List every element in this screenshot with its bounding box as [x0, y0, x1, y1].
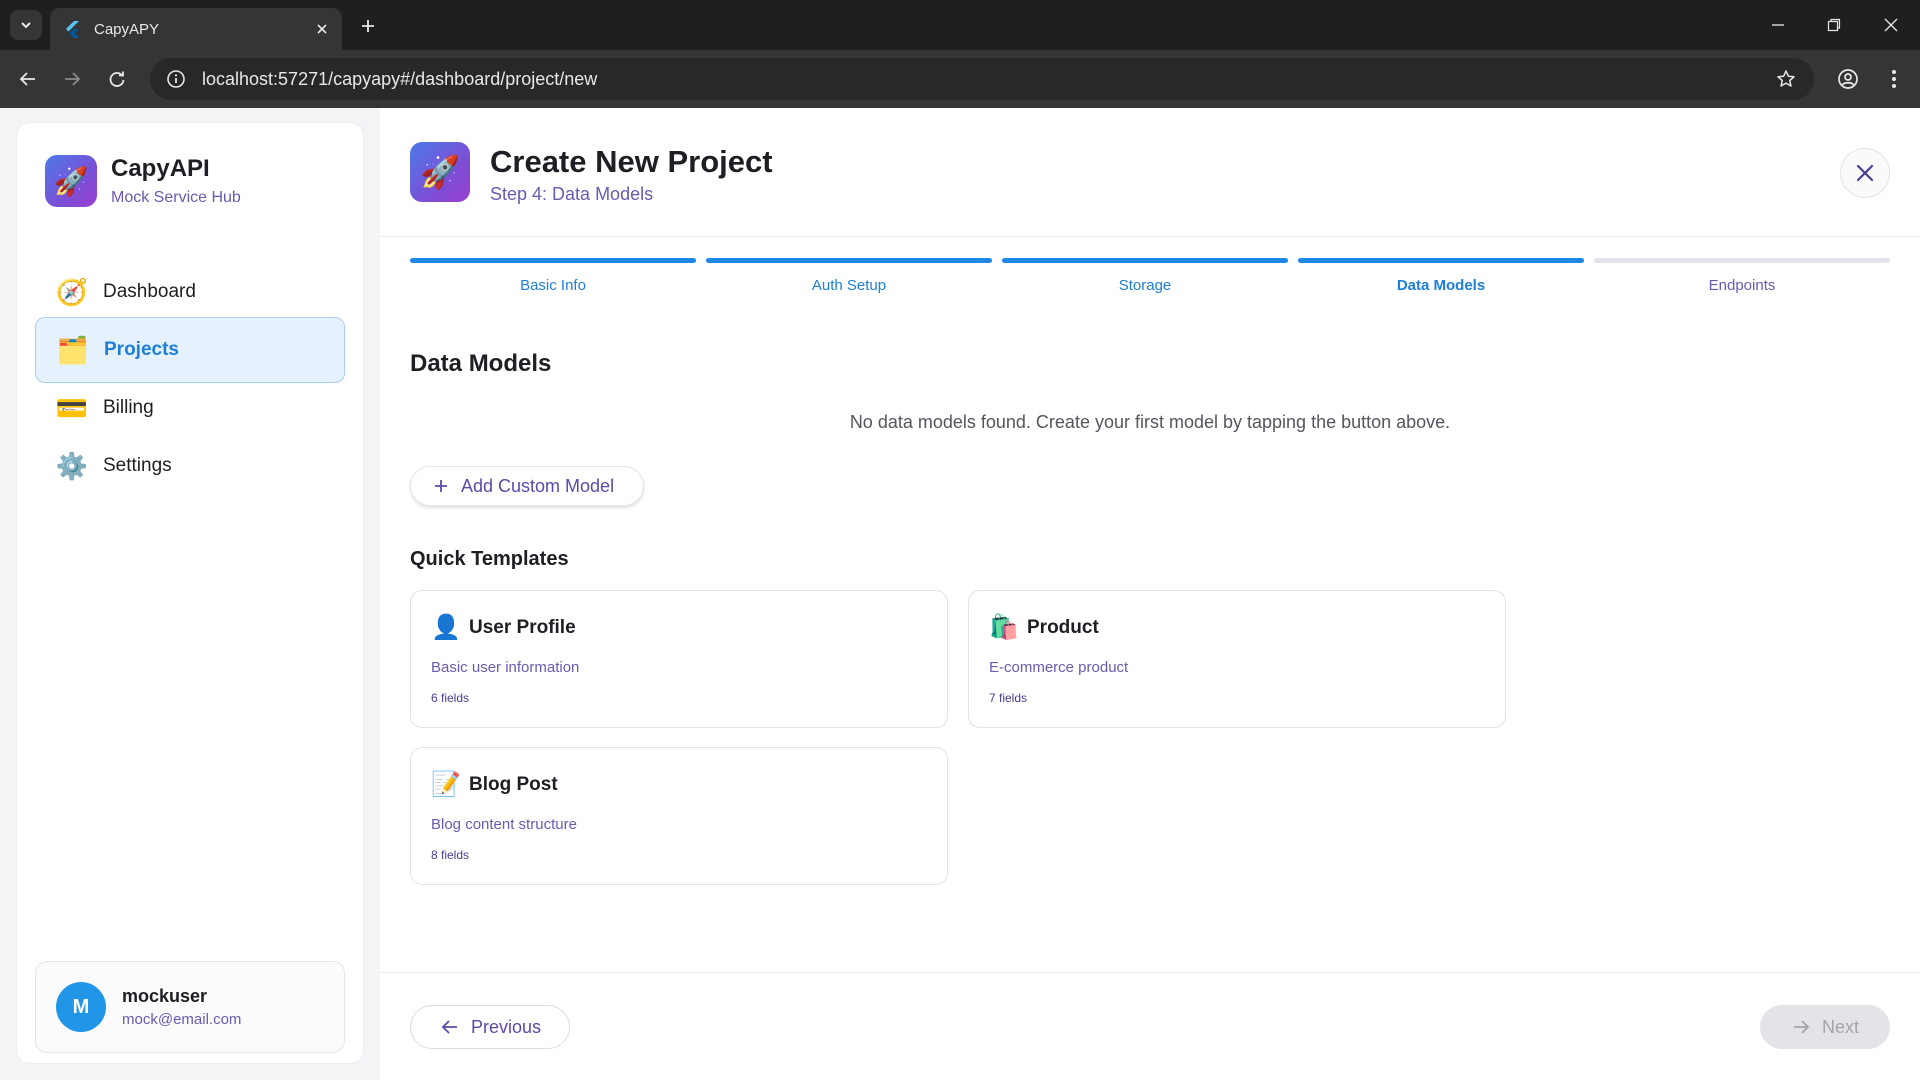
url-text: localhost:57271/capyapy#/dashboard/proje…: [202, 68, 598, 89]
wizard-footer: Previous Next: [380, 972, 1920, 1080]
chevron-down-icon: [21, 22, 31, 29]
step-progress-bar: [1298, 258, 1584, 263]
brand: 🚀 CapyAPI Mock Service Hub: [45, 155, 241, 207]
template-description: Basic user information: [431, 659, 580, 676]
restore-icon[interactable]: [1820, 12, 1848, 38]
step-endpoints[interactable]: Endpoints: [1594, 258, 1890, 294]
section-title: Data Models: [410, 350, 552, 377]
stepper: Basic Info Auth Setup Storage Data Model…: [410, 258, 1890, 298]
arrow-right-icon: [1794, 1020, 1810, 1034]
step-label: Basic Info: [520, 277, 586, 294]
step-auth-setup[interactable]: Auth Setup: [706, 258, 992, 294]
template-field-count: 8 fields: [431, 848, 470, 862]
brand-subtitle: Mock Service Hub: [111, 189, 241, 206]
template-name: Blog Post: [469, 773, 558, 795]
site-info-icon[interactable]: [164, 67, 188, 91]
user-name: mockuser: [122, 986, 208, 1006]
add-button-label: Add Custom Model: [461, 475, 615, 496]
browser-tab[interactable]: CapyAPY: [50, 8, 342, 50]
step-progress-bar: [1002, 258, 1288, 263]
browser-tabbar: CapyAPY: [0, 0, 1920, 50]
template-card-user-profile[interactable]: 👤 User Profile Basic user information 6 …: [410, 590, 948, 728]
sidebar-item-settings[interactable]: ⚙️ Settings: [35, 433, 345, 499]
user-card[interactable]: M mockuser mock@email.com: [35, 961, 345, 1053]
gear-icon: ⚙️: [55, 450, 89, 481]
back-icon[interactable]: [14, 65, 42, 93]
create-project-panel: 🚀 Create New Project Step 4: Data Models…: [380, 108, 1920, 1080]
user-icon: 👤: [431, 614, 461, 641]
sidebar-item-label: Projects: [104, 339, 179, 360]
panel-header: 🚀 Create New Project Step 4: Data Models: [380, 108, 1920, 237]
memo-icon: 📝: [431, 771, 461, 798]
profile-icon[interactable]: [1834, 65, 1862, 93]
step-storage[interactable]: Storage: [1002, 258, 1288, 294]
sidebar-item-label: Dashboard: [103, 281, 196, 302]
sidebar-item-label: Settings: [103, 455, 172, 476]
tab-search-button[interactable]: [10, 10, 42, 40]
close-button[interactable]: [1840, 148, 1890, 198]
close-icon: [1856, 164, 1874, 182]
template-name: Product: [1027, 616, 1099, 638]
next-label: Next: [1822, 1016, 1860, 1037]
rocket-icon: 🚀: [410, 142, 470, 202]
page-title: Create New Project: [490, 144, 773, 179]
sidebar-item-label: Billing: [103, 397, 154, 418]
browser-menu-icon[interactable]: [1880, 65, 1908, 93]
plus-icon: [435, 480, 447, 492]
compass-icon: 🧭: [55, 276, 89, 307]
quick-templates-title: Quick Templates: [410, 548, 569, 570]
step-basic-info[interactable]: Basic Info: [410, 258, 696, 294]
template-field-count: 7 fields: [989, 691, 1028, 705]
user-email: mock@email.com: [122, 1011, 242, 1028]
forward-icon[interactable]: [58, 65, 86, 93]
empty-state-message: No data models found. Create your first …: [849, 412, 1451, 432]
add-custom-model-button[interactable]: Add Custom Model: [410, 466, 644, 506]
step-progress-bar: [1594, 258, 1890, 263]
minimize-icon[interactable]: [1764, 12, 1792, 38]
step-label: Auth Setup: [811, 277, 887, 294]
next-button[interactable]: Next: [1760, 1005, 1890, 1049]
sidebar-item-projects[interactable]: 🗂️ Projects: [35, 317, 345, 383]
step-label: Endpoints: [1708, 277, 1776, 294]
step-progress-bar: [706, 258, 992, 263]
previous-label: Previous: [471, 1016, 542, 1037]
window-close-icon[interactable]: [1877, 12, 1905, 38]
address-bar[interactable]: localhost:57271/capyapy#/dashboard/proje…: [150, 58, 1814, 100]
step-label: Data Models: [1396, 277, 1486, 294]
shopping-bag-icon: 🛍️: [989, 614, 1019, 641]
template-name: User Profile: [469, 616, 576, 638]
sidebar: 🚀 CapyAPI Mock Service Hub 🧭 Dashboard 🗂…: [16, 122, 364, 1064]
arrow-left-icon: [441, 1020, 457, 1034]
folder-icon: 🗂️: [56, 334, 90, 365]
flutter-icon: [62, 19, 82, 39]
tab-title: CapyAPY: [94, 20, 160, 38]
previous-button[interactable]: Previous: [410, 1005, 570, 1049]
template-description: E-commerce product: [989, 659, 1129, 676]
sidebar-item-dashboard[interactable]: 🧭 Dashboard: [35, 259, 345, 325]
app-root: 🚀 CapyAPI Mock Service Hub 🧭 Dashboard 🗂…: [0, 108, 1920, 1080]
new-tab-icon[interactable]: [356, 14, 380, 38]
brand-name: CapyAPI: [111, 155, 210, 182]
step-progress-bar: [410, 258, 696, 263]
credit-card-icon: 💳: [55, 392, 89, 423]
tab-close-icon[interactable]: [312, 19, 332, 39]
template-card-blog-post[interactable]: 📝 Blog Post Blog content structure 8 fie…: [410, 747, 948, 885]
avatar: M: [56, 982, 106, 1032]
step-label: Storage: [1118, 277, 1172, 294]
reload-icon[interactable]: [103, 65, 131, 93]
template-description: Blog content structure: [431, 816, 577, 833]
browser-toolbar: localhost:57271/capyapy#/dashboard/proje…: [0, 50, 1920, 108]
step-data-models[interactable]: Data Models: [1298, 258, 1584, 294]
page-subtitle: Step 4: Data Models: [490, 184, 654, 204]
rocket-logo-icon: 🚀: [45, 155, 97, 207]
template-field-count: 6 fields: [431, 691, 470, 705]
sidebar-item-billing[interactable]: 💳 Billing: [35, 375, 345, 441]
template-card-product[interactable]: 🛍️ Product E-commerce product 7 fields: [968, 590, 1506, 728]
bookmark-star-icon[interactable]: [1772, 65, 1800, 93]
